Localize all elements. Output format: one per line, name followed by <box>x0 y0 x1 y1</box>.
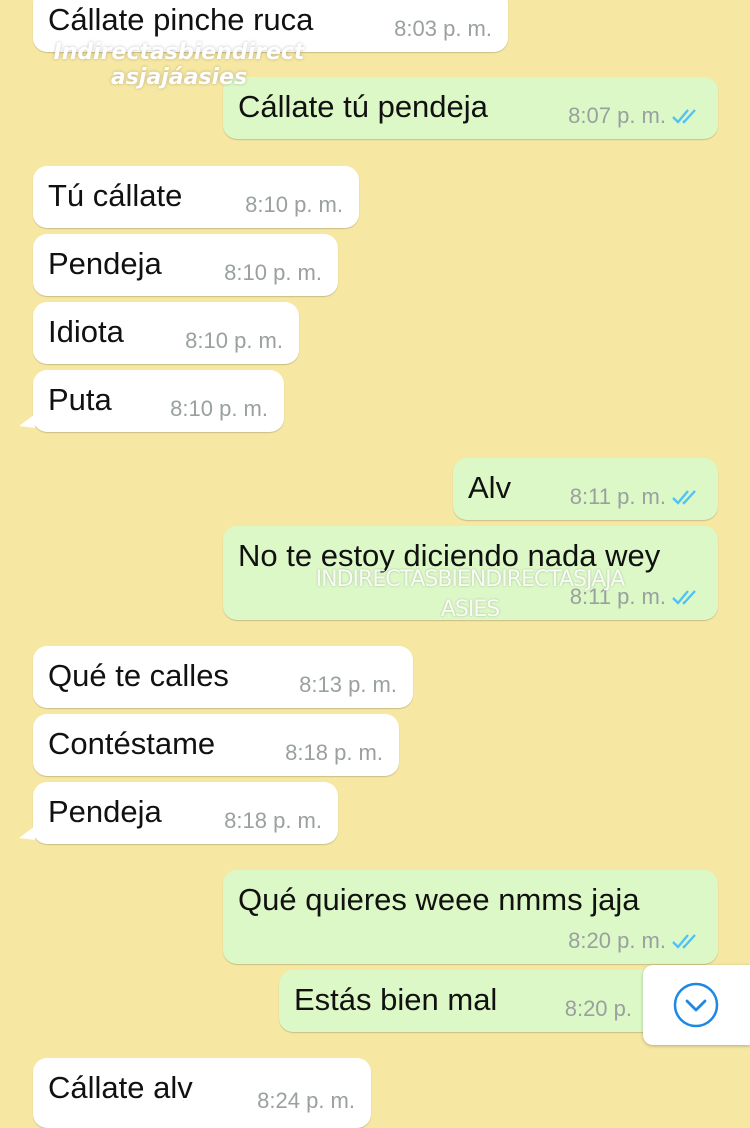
message-bubble-outgoing[interactable]: Alv 8:11 p. m. <box>453 458 718 520</box>
message-time: 8:13 p. m. <box>299 672 397 697</box>
message-bubble-incoming[interactable]: Pendeja 8:18 p. m. <box>19 782 338 844</box>
message-time: 8:10 p. m. <box>185 328 283 353</box>
double-check-icon <box>672 934 696 949</box>
message-text: Contéstame <box>48 726 216 761</box>
message-bubble-incoming[interactable]: Idiota 8:10 p. m. <box>33 302 299 364</box>
message-time: 8:24 p. m. <box>257 1088 355 1113</box>
message-text: Alv <box>468 470 512 505</box>
chevron-down-icon <box>673 982 719 1028</box>
message-text: Puta <box>48 382 112 417</box>
message-time: 8:10 p. m. <box>170 396 268 421</box>
double-check-icon <box>672 109 696 124</box>
message-time: 8:20 p. m. <box>568 930 702 952</box>
message-text: Cállate pinche ruca <box>48 2 314 37</box>
message-text: Cállate tú pendeja <box>238 89 488 124</box>
scroll-to-bottom-button[interactable] <box>643 965 750 1045</box>
message-time: 8:20 p. <box>564 996 632 1021</box>
message-bubble-incoming[interactable]: Puta 8:10 p. m. <box>19 370 284 432</box>
message-time: 8:18 p. m. <box>224 808 322 833</box>
bubble-tail <box>19 414 35 428</box>
chat-area[interactable]: Cállate pinche ruca 8:03 p. m. Cállate t… <box>0 0 750 1128</box>
message-bubble-incoming[interactable]: Contéstame 8:18 p. m. <box>33 714 399 776</box>
message-time: 8:18 p. m. <box>285 740 383 765</box>
bubble-tail <box>19 826 35 840</box>
message-time: 8:07 p. m. <box>568 105 702 127</box>
message-text: Qué te calles <box>48 658 229 693</box>
message-time: 8:03 p. m. <box>394 16 492 41</box>
message-text: Tú cállate <box>48 178 183 213</box>
message-text: Pendeja <box>48 794 162 829</box>
message-time: 8:10 p. m. <box>245 192 343 217</box>
message-time: 8:11 p. m. <box>570 486 702 508</box>
message-text: Cállate alv <box>48 1070 193 1105</box>
message-bubble-outgoing[interactable]: Qué quieres weee nmms jaja 8:20 p. m. <box>223 870 718 964</box>
watermark-top: Indirectasbiendirect asjajáasies <box>53 40 305 90</box>
message-bubble-incoming[interactable]: Qué te calles 8:13 p. m. <box>33 646 413 708</box>
message-text: Qué quieres weee nmms jaja <box>238 882 640 917</box>
message-text: Estás bien mal <box>294 982 498 1017</box>
message-text: Idiota <box>48 314 124 349</box>
watermark-middle: INDIRECTASBIENDIRECTASJAJA ASIES <box>315 567 626 622</box>
message-text: Pendeja <box>48 246 162 281</box>
message-bubble-incoming[interactable]: Pendeja 8:10 p. m. <box>33 234 338 296</box>
message-bubble-incoming[interactable]: Cállate alv 8:24 p. m. <box>33 1058 371 1128</box>
message-bubble-incoming[interactable]: Tú cállate 8:10 p. m. <box>33 166 359 228</box>
message-time: 8:10 p. m. <box>224 260 322 285</box>
double-check-icon <box>672 490 696 505</box>
double-check-icon <box>672 590 696 605</box>
